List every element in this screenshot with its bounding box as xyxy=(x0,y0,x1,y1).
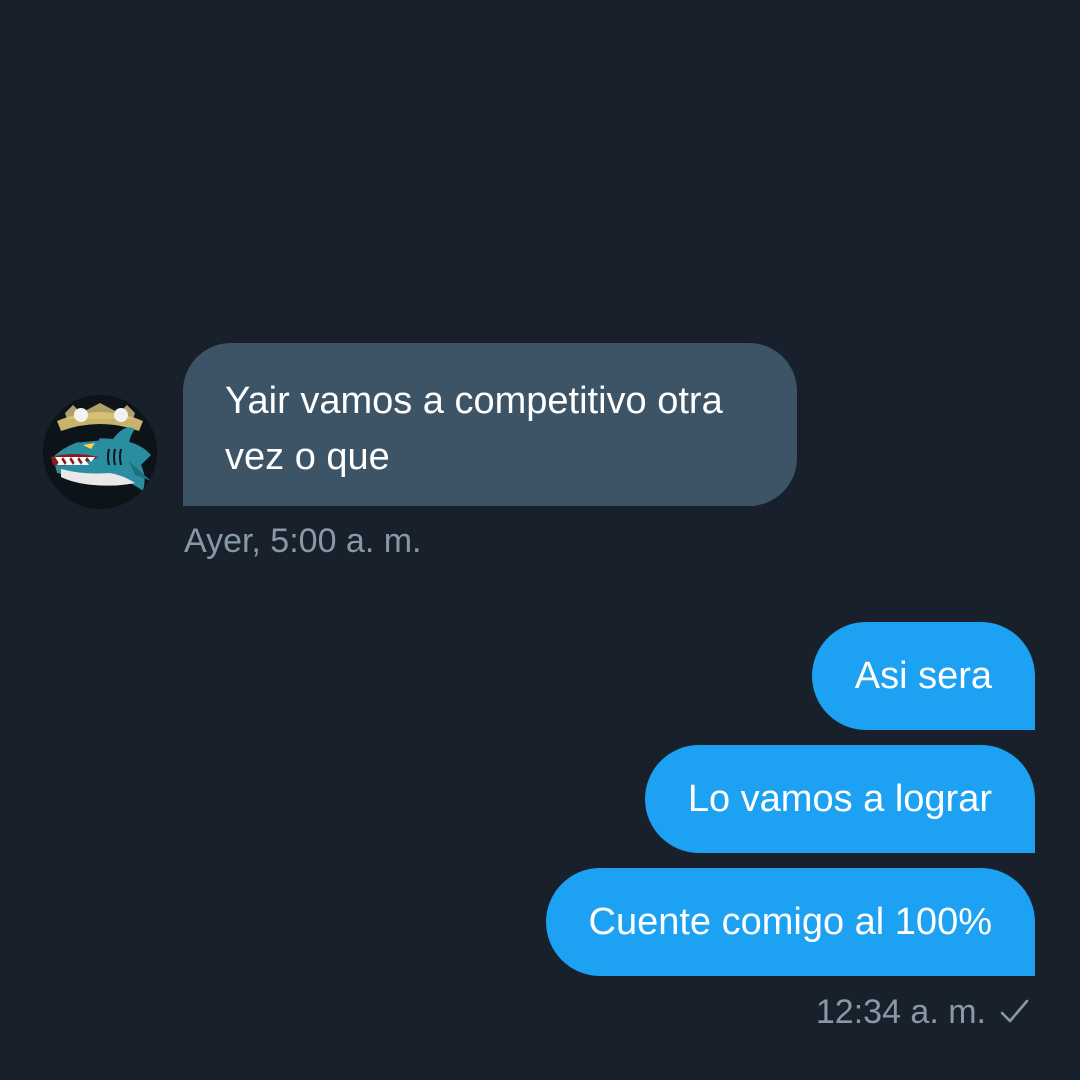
dm-conversation: Yair vamos a competitivo otra vez o que … xyxy=(0,0,1080,1080)
incoming-message-bubble[interactable]: Yair vamos a competitivo otra vez o que xyxy=(183,343,797,506)
incoming-message-text: Yair vamos a competitivo otra vez o que xyxy=(225,380,723,478)
outgoing-message-text: Cuente comigo al 100% xyxy=(588,901,992,943)
check-icon xyxy=(998,996,1030,1028)
outgoing-message-text: Lo vamos a lograr xyxy=(687,778,992,820)
outgoing-meta: 12:34 a. m. xyxy=(816,990,1030,1034)
outgoing-message-text: Asi sera xyxy=(854,655,992,697)
outgoing-message-bubble[interactable]: Asi sera xyxy=(811,622,1035,730)
incoming-timestamp: Ayer, 5:00 a. m. xyxy=(184,522,422,560)
outgoing-message-bubble[interactable]: Lo vamos a lograr xyxy=(644,745,1035,853)
outgoing-timestamp: 12:34 a. m. xyxy=(815,993,986,1031)
shark-logo-icon xyxy=(43,395,157,509)
sender-avatar[interactable] xyxy=(43,395,157,509)
outgoing-message-bubble[interactable]: Cuente comigo al 100% xyxy=(545,868,1035,976)
